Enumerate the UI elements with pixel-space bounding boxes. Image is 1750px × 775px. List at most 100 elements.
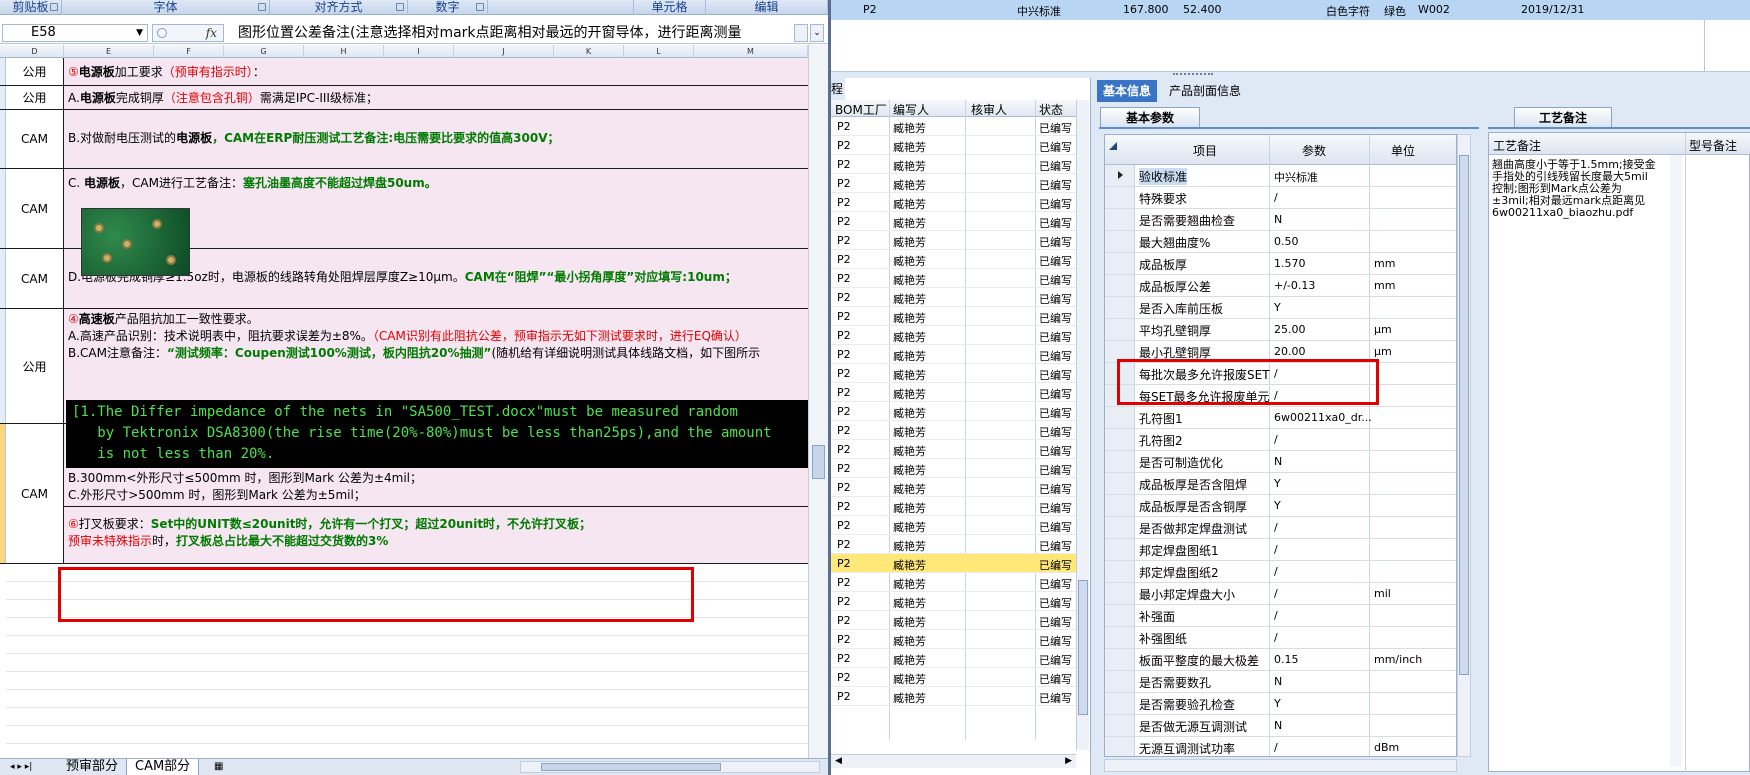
row-indicator[interactable] bbox=[1105, 539, 1135, 560]
column-header-g[interactable]: G bbox=[224, 45, 304, 58]
ribbon-group-cells[interactable]: 单元格 bbox=[634, 0, 706, 15]
column-header-e[interactable]: E bbox=[64, 45, 154, 58]
bom-row[interactable]: P2 臧艳芳 已编写 bbox=[831, 231, 1079, 250]
dialog-launcher-icon[interactable] bbox=[476, 3, 484, 11]
param-value[interactable]: 中兴标准 bbox=[1274, 169, 1318, 185]
param-value[interactable]: 0.15 bbox=[1274, 653, 1299, 666]
fx-icon[interactable]: fx bbox=[206, 25, 217, 42]
param-value[interactable]: 6w00211xa0_dr... bbox=[1274, 411, 1372, 424]
dialog-launcher-icon[interactable] bbox=[396, 3, 404, 11]
dialog-launcher-icon[interactable] bbox=[50, 3, 58, 11]
row-indicator[interactable] bbox=[1105, 605, 1135, 626]
param-row[interactable]: 补强图纸 / bbox=[1105, 627, 1456, 649]
param-value[interactable]: / bbox=[1274, 631, 1278, 644]
scroll-left-icon[interactable]: ◀ bbox=[835, 756, 842, 766]
vertical-scrollbar[interactable] bbox=[808, 45, 828, 758]
row-indicator[interactable] bbox=[1105, 649, 1135, 670]
bom-row[interactable]: P2 臧艳芳 已编写 bbox=[831, 212, 1079, 231]
column-header-f[interactable]: F bbox=[154, 45, 224, 58]
cell-category[interactable]: CAM bbox=[6, 110, 64, 168]
insert-sheet-icon[interactable]: ▦ bbox=[206, 759, 231, 775]
param-value[interactable]: N bbox=[1274, 675, 1282, 688]
param-row[interactable]: 无源互调测试功率 / dBm bbox=[1105, 737, 1456, 756]
bom-row[interactable]: P2 臧艳芳 已编写 bbox=[831, 668, 1079, 687]
param-value[interactable]: N bbox=[1274, 213, 1282, 226]
cell-category[interactable]: 公用 bbox=[6, 58, 64, 85]
horizontal-scrollbar[interactable] bbox=[520, 761, 820, 773]
bom-row[interactable]: P2 臧艳芳 已编写 bbox=[831, 269, 1079, 288]
bom-row[interactable]: P2 臧艳芳 已编写 bbox=[831, 326, 1079, 345]
bom-row[interactable]: P2 臧艳芳 已编写 bbox=[831, 307, 1079, 326]
bom-row[interactable]: P2 臧艳芳 已编写 bbox=[831, 250, 1079, 269]
row-indicator[interactable] bbox=[1105, 671, 1135, 692]
bom-row[interactable]: P2 臧艳芳 已编写 bbox=[831, 288, 1079, 307]
name-box[interactable]: E58 ▼ bbox=[2, 24, 148, 42]
row-indicator[interactable] bbox=[1105, 209, 1135, 230]
select-all-icon[interactable] bbox=[1109, 142, 1117, 150]
bom-row[interactable]: P2 臧艳芳 已编写 bbox=[831, 497, 1079, 516]
row-indicator[interactable] bbox=[1105, 715, 1135, 736]
bom-row[interactable]: P2 臧艳芳 已编写 bbox=[831, 592, 1079, 611]
scroll-right-icon[interactable]: ▶ bbox=[1065, 756, 1072, 766]
col-header-param[interactable]: 参数 bbox=[1302, 142, 1326, 159]
param-value[interactable]: 20.00 bbox=[1274, 345, 1306, 358]
empty-row[interactable] bbox=[6, 636, 808, 654]
param-value[interactable]: / bbox=[1274, 741, 1278, 754]
sheet-row[interactable]: 公用 ⑤电源板加工要求（预审有指示时）： bbox=[0, 58, 808, 86]
tab-process-notes[interactable]: 工艺备注 bbox=[1514, 107, 1612, 127]
param-row[interactable]: 平均孔壁铜厚 25.00 μm bbox=[1105, 319, 1456, 341]
row-indicator[interactable] bbox=[1105, 253, 1135, 274]
scroll-thumb[interactable] bbox=[541, 763, 721, 771]
row-indicator[interactable] bbox=[1105, 737, 1135, 756]
param-row[interactable]: 孔符图2 / bbox=[1105, 429, 1456, 451]
tab-basic-info[interactable]: 基本信息 bbox=[1097, 80, 1158, 102]
horizontal-scrollbar[interactable] bbox=[1104, 759, 1457, 772]
param-value[interactable]: / bbox=[1274, 565, 1278, 578]
bom-row[interactable]: P2 臧艳芳 已编写 bbox=[831, 516, 1079, 535]
col-header-writer[interactable]: 编写人 bbox=[893, 101, 929, 118]
cell-category[interactable]: CAM bbox=[6, 169, 64, 248]
column-header-k[interactable]: K bbox=[554, 45, 624, 58]
process-notes-text[interactable]: 翘曲高度小于等于1.5mm;接受金 手指处的引线残留长度最大5mil 控制;图形… bbox=[1492, 159, 1668, 219]
column-header-l[interactable]: L bbox=[624, 45, 694, 58]
param-value[interactable]: / bbox=[1274, 191, 1278, 204]
bom-row[interactable]: P2 臧艳芳 已编写 bbox=[831, 383, 1079, 402]
cell-category[interactable]: CAM bbox=[6, 424, 64, 563]
dialog-launcher-icon[interactable] bbox=[258, 3, 266, 11]
row-indicator[interactable] bbox=[1105, 429, 1135, 450]
bom-row[interactable]: P2 臧艳芳 已编写 bbox=[831, 440, 1079, 459]
row-indicator[interactable] bbox=[1105, 451, 1135, 472]
bom-row[interactable]: P2 臧艳芳 已编写 bbox=[831, 345, 1079, 364]
param-value[interactable]: / bbox=[1274, 609, 1278, 622]
row-indicator[interactable] bbox=[1105, 693, 1135, 714]
bom-row[interactable]: P2 臧艳芳 已编写 bbox=[831, 554, 1079, 573]
scroll-thumb[interactable] bbox=[1078, 580, 1088, 715]
ribbon-group-clipboard[interactable]: 剪贴板 bbox=[0, 0, 62, 15]
row-indicator[interactable] bbox=[1105, 495, 1135, 516]
bom-row[interactable]: P2 臧艳芳 已编写 bbox=[831, 174, 1079, 193]
row-indicator[interactable] bbox=[1105, 517, 1135, 538]
sheet-tab-cam[interactable]: CAM部分 bbox=[126, 759, 200, 775]
param-value[interactable]: 1.570 bbox=[1274, 257, 1306, 270]
param-value[interactable]: 0.50 bbox=[1274, 235, 1299, 248]
param-row[interactable]: 是否需要翘曲检查 N bbox=[1105, 209, 1456, 231]
notes-grid[interactable]: 工艺备注 型号备注 翘曲高度小于等于1.5mm;接受金 手指处的引线残留长度最大… bbox=[1488, 132, 1750, 773]
horizontal-scrollbar[interactable]: ◀ ▶ bbox=[831, 754, 1076, 768]
selected-record-row[interactable]: P2 中兴标准 167.800 52.400 白色字符 绿色 W002 2019… bbox=[831, 0, 1750, 20]
bom-row[interactable]: P2 臧艳芳 已编写 bbox=[831, 193, 1079, 212]
param-value[interactable]: 25.00 bbox=[1274, 323, 1306, 336]
cell-content[interactable]: B.对做耐电压测试的电源板，CAM在ERP耐压测试工艺备注:电压需要比要求的值高… bbox=[64, 110, 808, 168]
formula-scroll[interactable] bbox=[794, 24, 808, 42]
bom-row[interactable]: P2 臧艳芳 已编写 bbox=[831, 649, 1079, 668]
column-header-i[interactable]: I bbox=[384, 45, 454, 58]
sheet-tab-prereview[interactable]: 预审部分 bbox=[58, 759, 126, 775]
row-indicator[interactable] bbox=[1105, 627, 1135, 648]
record-grid[interactable] bbox=[831, 20, 1750, 72]
tab-basic-params[interactable]: 基本参数 bbox=[1100, 107, 1200, 127]
tab-nav-arrows-icon[interactable]: ◂ ▸ ▸| bbox=[2, 759, 40, 775]
param-row[interactable]: 是否入库前压板 Y bbox=[1105, 297, 1456, 319]
param-value[interactable]: Y bbox=[1274, 477, 1281, 490]
col-header-unit[interactable]: 单位 bbox=[1391, 142, 1415, 159]
cell-category[interactable]: 公用 bbox=[6, 309, 64, 423]
param-row[interactable]: 是否需要验孔检查 Y bbox=[1105, 693, 1456, 715]
